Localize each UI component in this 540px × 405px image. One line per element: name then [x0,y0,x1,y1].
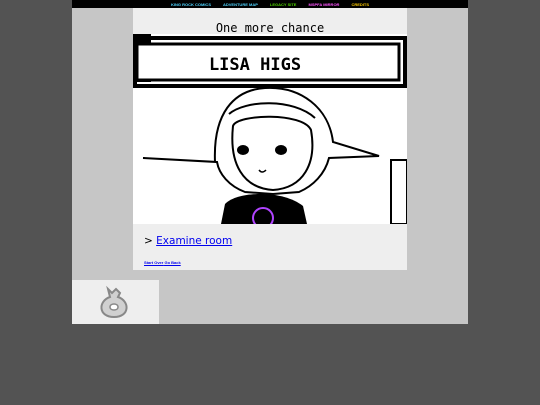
nav-link-mspfa-mirror[interactable]: MSPFA MIRROR [308,2,339,7]
nav-separator-icon [343,2,348,16]
page-controls: Start Over Go Back [144,260,181,265]
go-back-link[interactable]: Go Back [164,260,180,265]
top-nav-bar: KING ROCK COMICS ADVENTURE MAP LEGACY SI… [72,0,468,16]
nav-separator-icon [261,2,266,16]
nav-link-king-rock-comics[interactable]: KING ROCK COMICS [171,2,211,7]
nav-link-credits[interactable]: CREDITS [351,2,369,7]
nav-link-legacy-site[interactable]: LEGACY SITE [270,2,297,7]
moneybag-icon [96,285,132,323]
command-prefix: > [144,235,153,247]
start-over-link[interactable]: Start Over [144,260,163,265]
story-panel: One more chance LISA HIGS > Examine room… [133,8,408,270]
art-caption: LISA HIGS [209,55,301,75]
comic-panel-image: LISA HIGS [133,34,408,229]
footer-badge[interactable] [72,280,159,324]
next-page-link[interactable]: Examine room [156,235,232,247]
nav-separator-icon [300,2,305,16]
nav-separator-icon [214,2,219,16]
page-title: One more chance [215,21,325,35]
next-page-command: > Examine room [144,235,232,247]
nav-link-adventure-map[interactable]: ADVENTURE MAP [223,2,258,7]
